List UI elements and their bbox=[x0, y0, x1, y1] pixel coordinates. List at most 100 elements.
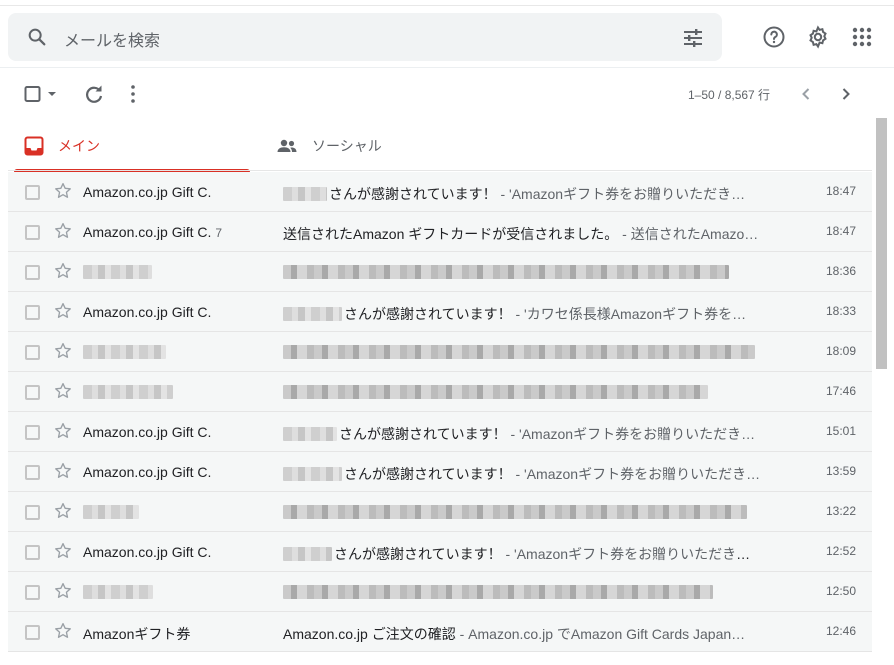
email-row[interactable]: Amazon.co.jp Gift C. 7 送信されたAmazon ギフトカードが… bbox=[8, 212, 872, 252]
email-row[interactable]: 13:22 bbox=[8, 492, 872, 532]
email-subject-line bbox=[283, 504, 763, 520]
more-vert-icon[interactable] bbox=[121, 82, 145, 106]
email-sender bbox=[83, 344, 166, 360]
email-sender bbox=[83, 384, 173, 400]
email-row[interactable]: 18:09 bbox=[8, 332, 872, 372]
email-row[interactable]: Amazon.co.jp Gift C. さんが感謝されています！ - 'Amaz… bbox=[8, 532, 872, 572]
subject-text: 送信されたAmazon ギフトカードが受信されました。 bbox=[283, 226, 619, 242]
email-time: 13:59 bbox=[825, 464, 856, 478]
star-icon[interactable] bbox=[53, 501, 73, 521]
search-icon[interactable] bbox=[26, 26, 48, 48]
tab-main[interactable]: メイン bbox=[8, 120, 250, 172]
email-subject-line: さんが感謝されています！ - 'Amazonギフト券をお贈りいただきあ… bbox=[283, 544, 763, 564]
star-icon[interactable] bbox=[53, 461, 73, 481]
email-row[interactable]: 18:36 bbox=[8, 252, 872, 292]
row-checkbox[interactable] bbox=[25, 345, 40, 360]
star-icon[interactable] bbox=[53, 341, 73, 361]
redacted-name bbox=[283, 547, 332, 561]
star-icon[interactable] bbox=[53, 261, 73, 281]
email-sender: Amazon.co.jp Gift C. bbox=[83, 544, 211, 560]
email-sender: Amazon.co.jp Gift C. bbox=[83, 464, 211, 480]
email-sender: Amazonギフト券 bbox=[83, 624, 190, 644]
star-icon[interactable] bbox=[53, 381, 73, 401]
email-list: Amazon.co.jp Gift C. さんが感謝されています！ - 'Amaz… bbox=[8, 172, 872, 652]
row-checkbox[interactable] bbox=[25, 425, 40, 440]
row-checkbox[interactable] bbox=[25, 265, 40, 280]
email-time: 13:22 bbox=[825, 504, 856, 518]
email-row[interactable]: Amazon.co.jp Gift C. さんが感謝されています！ - 'Amaz… bbox=[8, 452, 872, 492]
row-checkbox[interactable] bbox=[25, 625, 40, 640]
email-subject-line: Amazon.co.jp ご注文の確認 - Amazon.co.jp でAmaz… bbox=[283, 624, 763, 644]
previous-page-chevron-icon[interactable] bbox=[794, 82, 818, 106]
row-checkbox[interactable] bbox=[25, 225, 40, 240]
redacted-subject bbox=[283, 345, 755, 359]
email-subject-line: さんが感謝されています！ - 'Amazonギフト券をお贈りいただき… bbox=[283, 424, 763, 444]
email-row[interactable]: 17:46 bbox=[8, 372, 872, 412]
next-page-chevron-icon[interactable] bbox=[834, 82, 858, 106]
email-subject-line bbox=[283, 584, 763, 600]
star-icon[interactable] bbox=[53, 541, 73, 561]
redacted-subject bbox=[283, 385, 708, 399]
email-time: 18:09 bbox=[825, 344, 856, 358]
subject-text: さんが感謝されています！ bbox=[339, 426, 507, 442]
row-checkbox[interactable] bbox=[25, 465, 40, 480]
search-input[interactable]: メールを検索 bbox=[64, 27, 160, 51]
email-row[interactable]: 12:50 bbox=[8, 572, 872, 612]
star-icon[interactable] bbox=[53, 581, 73, 601]
redacted-name bbox=[283, 427, 337, 441]
star-icon[interactable] bbox=[53, 621, 73, 641]
header-divider bbox=[0, 67, 894, 68]
star-icon[interactable] bbox=[53, 301, 73, 321]
email-sender bbox=[83, 264, 152, 280]
tab-main-label: メイン bbox=[58, 138, 100, 154]
snippet-text: - 送信されたAmazo… bbox=[618, 226, 759, 242]
search-bar[interactable]: メールを検索 bbox=[8, 13, 722, 61]
star-icon[interactable] bbox=[53, 421, 73, 441]
pagination-label: 1–50 / 8,567 行 bbox=[688, 88, 771, 102]
redacted-name bbox=[283, 307, 342, 321]
email-time: 18:47 bbox=[825, 184, 856, 198]
email-subject-line: さんが感謝されています！ - 'Amazonギフト券をお贈りいただき… bbox=[283, 464, 763, 484]
email-row[interactable]: Amazon.co.jp Gift C. さんが感謝されています！ - 'Amaz… bbox=[8, 412, 872, 452]
email-sender: Amazon.co.jp Gift C. bbox=[83, 304, 211, 320]
row-checkbox[interactable] bbox=[25, 585, 40, 600]
email-subject-line bbox=[283, 384, 763, 400]
redacted-sender bbox=[83, 385, 173, 399]
search-options-tune-icon[interactable] bbox=[681, 26, 705, 50]
email-sender: Amazon.co.jp Gift C. bbox=[83, 424, 211, 440]
email-subject-line: 送信されたAmazon ギフトカードが受信されました。 - 送信されたAmazo… bbox=[283, 224, 763, 244]
email-subject-line bbox=[283, 264, 763, 280]
email-row[interactable]: Amazon.co.jp Gift C. さんが感謝されています！ - 'Amaz… bbox=[8, 172, 872, 212]
help-icon[interactable] bbox=[762, 25, 786, 49]
sender-name: Amazon.co.jp Gift C. bbox=[83, 544, 212, 560]
row-checkbox[interactable] bbox=[25, 505, 40, 520]
select-all-checkbox[interactable] bbox=[22, 82, 62, 106]
star-icon[interactable] bbox=[53, 221, 73, 241]
inbox-icon bbox=[24, 136, 44, 156]
tab-social[interactable]: ソーシャル bbox=[262, 120, 502, 172]
apps-grid-icon[interactable] bbox=[850, 25, 874, 49]
sender-name: Amazon.co.jp Gift C. bbox=[83, 304, 212, 320]
redacted-sender bbox=[83, 505, 139, 519]
row-checkbox[interactable] bbox=[25, 385, 40, 400]
snippet-text: - 'Amazonギフト券をお贈りいただき… bbox=[511, 466, 761, 482]
redacted-sender bbox=[83, 585, 153, 599]
row-checkbox[interactable] bbox=[25, 545, 40, 560]
top-divider bbox=[0, 0, 894, 6]
email-sender: Amazon.co.jp Gift C. 7 bbox=[83, 224, 222, 240]
subject-text: さんが感謝されています！ bbox=[344, 306, 512, 322]
email-time: 18:36 bbox=[825, 264, 856, 278]
settings-gear-icon[interactable] bbox=[806, 25, 830, 49]
email-row[interactable]: Amazonギフト券 Amazon.co.jp ご注文の確認 - Amazon.c… bbox=[8, 612, 872, 652]
star-icon[interactable] bbox=[53, 181, 73, 201]
subject-text: さんが感謝されています！ bbox=[334, 546, 502, 562]
row-checkbox[interactable] bbox=[25, 305, 40, 320]
redacted-sender bbox=[83, 345, 166, 359]
email-row[interactable]: Amazon.co.jp Gift C. さんが感謝されています！ - 'カワセ係… bbox=[8, 292, 872, 332]
email-time: 12:52 bbox=[825, 544, 856, 558]
row-checkbox[interactable] bbox=[25, 185, 40, 200]
refresh-icon[interactable] bbox=[82, 82, 106, 106]
email-subject-line: さんが感謝されています！ - 'カワセ係長様Amazonギフト券を… bbox=[283, 304, 763, 324]
redacted-name bbox=[283, 467, 342, 481]
scrollbar-thumb[interactable] bbox=[876, 118, 887, 369]
